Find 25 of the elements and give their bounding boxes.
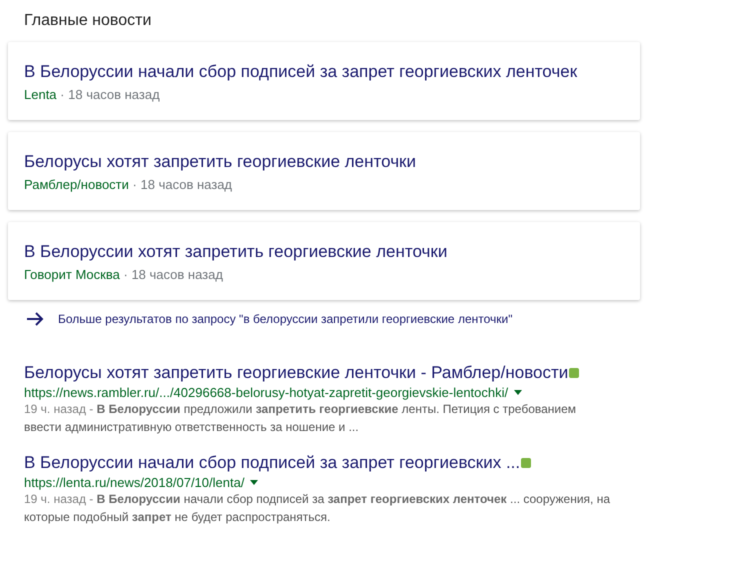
badge-icon — [569, 368, 580, 378]
news-source: Рамблер/новости — [24, 177, 129, 192]
section-title: Главные новости — [24, 12, 152, 30]
separator-dot: · — [123, 267, 128, 282]
news-time: 18 часов назад — [68, 87, 160, 102]
result-snippet: 19 ч. назад - В Белоруссии предложили запретить георгиевские ленты. Петиция с требованием ввести административную ответственность за ношение и ... — [24, 401, 578, 436]
news-source: Говорит Москва — [24, 267, 120, 282]
result-snippet: 19 ч. назад - В Белоруссии начали сбор подписей за запрет георгиевских ленточек ... сооружения, на которые подобный запрет не будет распространяться. — [24, 491, 612, 526]
separator-dot: · — [60, 87, 65, 102]
more-results-link[interactable]: Больше результатов по запросу "в белоруссии запретили георгиевские ленточки" — [58, 312, 512, 326]
news-title[interactable]: Белорусы хотят запретить георгиевские ленточки — [24, 151, 624, 173]
caret-icon[interactable] — [514, 390, 522, 395]
result-url[interactable]: https://news.rambler.ru/.../40296668-belorusy-hotyat-zapretit-georgievskie-lentochki/ — [24, 385, 508, 400]
result-url[interactable]: https://lenta.ru/news/2018/07/10/lenta/ — [24, 475, 244, 490]
result-title[interactable]: Белорусы хотят запретить георгиевские ленточки - Рамблер/новости — [24, 362, 568, 384]
news-time: 18 часов назад — [131, 267, 223, 282]
result-title[interactable]: В Белоруссии начали сбор подписей за запрет георгиевских ... — [24, 452, 520, 474]
news-source: Lenta — [24, 87, 57, 102]
badge-icon — [521, 458, 532, 468]
news-title[interactable]: В Белоруссии начали сбор подписей за запрет георгиевских ленточек — [24, 61, 624, 83]
arrow-icon — [26, 312, 44, 326]
news-title[interactable]: В Белоруссии хотят запретить георгиевские ленточки — [24, 241, 624, 263]
separator-dot: · — [132, 177, 137, 192]
news-time: 18 часов назад — [140, 177, 232, 192]
caret-icon[interactable] — [250, 480, 258, 485]
